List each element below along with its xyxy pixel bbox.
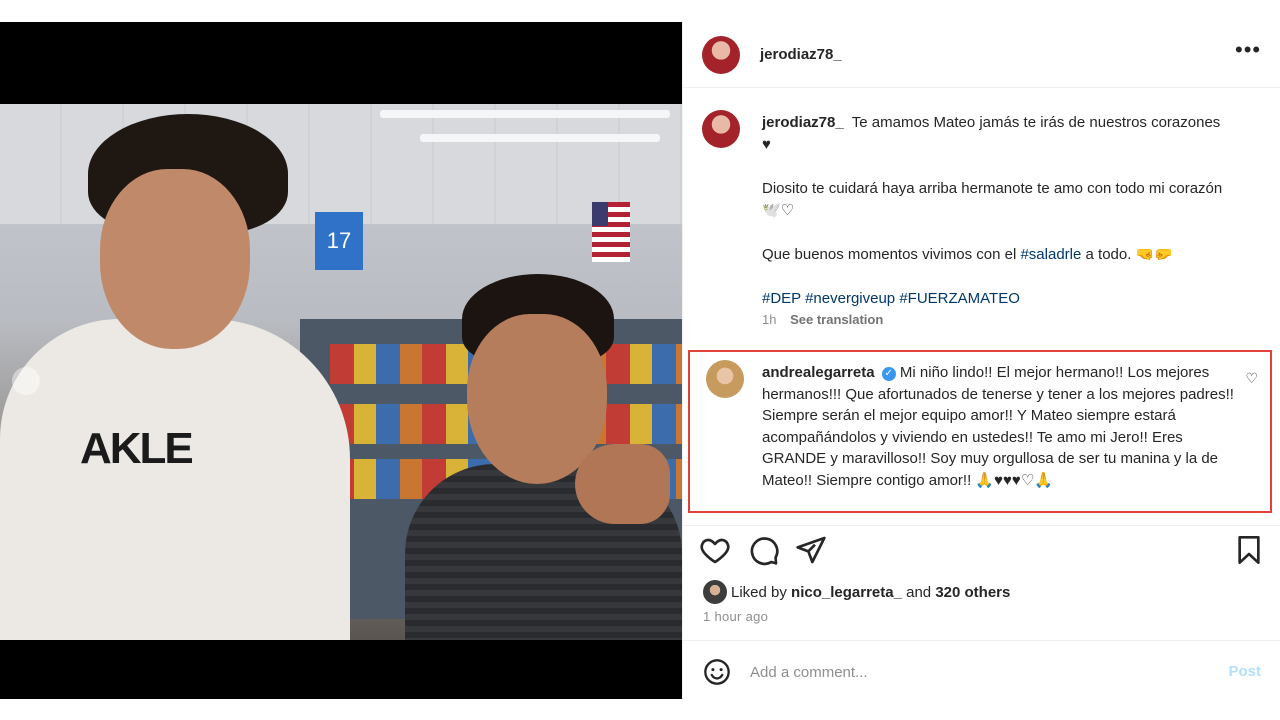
add-comment-bar: Post	[683, 640, 1280, 699]
caption-author-username[interactable]: jerodiaz78_	[762, 114, 844, 131]
person-left: AKLE	[0, 114, 350, 640]
comment-like-icon[interactable]: ♡	[1245, 370, 1258, 387]
white-hoodie	[0, 319, 350, 640]
liker-username[interactable]: nico_legarreta_	[791, 584, 902, 601]
likes-connector: and	[906, 584, 932, 601]
post-media[interactable]: 17 AKLE	[0, 22, 682, 699]
commenter-avatar[interactable]	[706, 360, 744, 398]
liker-avatar[interactable]	[703, 580, 727, 604]
post-actions	[683, 525, 1280, 567]
emoji-icon[interactable]	[703, 658, 731, 686]
post-sidebar: jerodiaz78_ ••• jerodiaz78_ Te amamos Ma…	[682, 22, 1280, 699]
see-translation-button[interactable]: See translation	[790, 312, 883, 327]
highlighted-comment: andrealegarreta ✓ Mi niño lindo!! El mej…	[688, 350, 1272, 513]
verified-badge-icon: ✓	[881, 367, 896, 381]
likes-summary: Liked by nico_legarreta_ and 320 others	[703, 579, 1263, 605]
us-flag	[592, 202, 630, 262]
author-avatar[interactable]	[702, 36, 740, 74]
caption-meta: 1h See translation	[762, 312, 883, 327]
author-username[interactable]: jerodiaz78_	[760, 46, 842, 63]
carousel-prev-icon[interactable]	[12, 367, 40, 395]
caption-author-avatar[interactable]	[702, 110, 740, 148]
caption-text: jerodiaz78_ Te amamos Mateo jamás te irá…	[762, 112, 1232, 332]
post-photo: 17 AKLE	[0, 104, 682, 640]
hashtags-link[interactable]: #DEP #nevergiveup #FUERZAMATEO	[762, 290, 1020, 307]
comment-body: andrealegarreta ✓ Mi niño lindo!! El mej…	[762, 362, 1240, 492]
post-comment-button[interactable]: Post	[1228, 663, 1261, 680]
post-header: jerodiaz78_ •••	[683, 22, 1280, 88]
comment-icon[interactable]	[748, 534, 780, 566]
ceiling-light	[380, 110, 670, 118]
share-icon[interactable]	[795, 534, 827, 566]
caption-line-2: Diosito te cuidará haya arriba hermanote…	[762, 180, 1223, 219]
caption-line-3-suffix: a todo. 🤜🤛	[1085, 246, 1173, 263]
person-right	[405, 274, 682, 640]
shirt-print: AKLE	[80, 424, 194, 473]
post-timestamp[interactable]: 1 hour ago	[703, 609, 768, 624]
likes-prefix: Liked by	[731, 584, 787, 601]
face	[100, 169, 250, 349]
like-icon[interactable]	[699, 534, 731, 566]
commenter-username[interactable]: andrealegarreta	[762, 364, 875, 381]
likes-text: Liked by nico_legarreta_ and 320 others	[731, 584, 1010, 601]
thumbs-up-hand	[575, 444, 670, 524]
caption-line-3-prefix: Que buenos momentos vivimos con el	[762, 246, 1017, 263]
comment-text: Mi niño lindo!! El mejor hermano!! Los m…	[762, 364, 1234, 489]
caption-age: 1h	[762, 312, 777, 327]
ceiling-light	[420, 134, 660, 142]
likes-others-link[interactable]: 320 others	[935, 584, 1010, 601]
comment-input[interactable]	[750, 659, 1190, 685]
save-icon[interactable]	[1233, 534, 1265, 566]
hashtag-link[interactable]: #saladrle	[1020, 246, 1081, 263]
more-options-icon[interactable]: •••	[1235, 39, 1260, 64]
